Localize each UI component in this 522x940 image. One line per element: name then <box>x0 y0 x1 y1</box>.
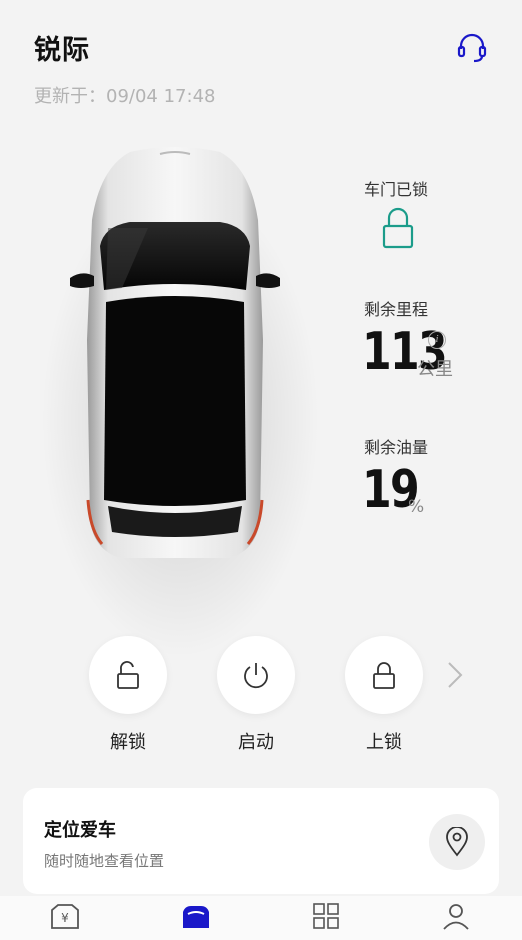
mileage-label: 剩余里程 <box>364 300 429 319</box>
tab-store[interactable]: ¥ <box>45 902 85 938</box>
bottom-tab-bar: ¥ <box>0 896 522 940</box>
mileage-unit: 公里 <box>417 359 453 380</box>
start-circle[interactable] <box>217 636 295 714</box>
fuel-unit: % <box>408 497 425 517</box>
location-pin-icon <box>446 827 468 857</box>
lock-label: 上锁 <box>366 732 402 753</box>
updated-time: 更新于：09/04 17:48 <box>34 86 216 107</box>
car-image <box>70 147 280 558</box>
quick-actions: 解锁 启动 上锁 <box>0 636 522 756</box>
unlock-label: 解锁 <box>110 732 146 753</box>
lock-status-label: 车门已锁 <box>364 180 429 199</box>
headset-icon[interactable] <box>454 30 490 66</box>
lock-icon <box>373 662 395 689</box>
unlock-icon <box>117 661 139 689</box>
page-header: 锐际 <box>34 28 90 67</box>
unlock-button[interactable]: 解锁 <box>88 636 168 754</box>
locate-car-card[interactable]: 定位爱车 随时随地查看位置 <box>23 788 499 894</box>
tab-apps[interactable] <box>306 902 346 938</box>
apps-grid-icon <box>313 903 339 929</box>
locked-icon <box>382 207 414 249</box>
locate-title: 定位爱车 <box>44 820 116 841</box>
tab-profile[interactable] <box>436 902 476 938</box>
lock-button[interactable]: 上锁 <box>344 636 424 754</box>
store-icon: ¥ <box>51 904 79 929</box>
locate-subtitle: 随时随地查看位置 <box>44 852 165 870</box>
fuel-label: 剩余油量 <box>364 438 429 457</box>
profile-icon <box>443 904 469 930</box>
power-icon <box>244 663 268 689</box>
svg-text:¥: ¥ <box>61 911 69 925</box>
locate-button[interactable] <box>429 814 485 870</box>
tab-car[interactable] <box>176 902 216 938</box>
unlock-circle[interactable] <box>89 636 167 714</box>
start-button[interactable]: 启动 <box>216 636 296 754</box>
chevron-right-icon[interactable] <box>446 660 464 690</box>
start-label: 启动 <box>238 732 274 753</box>
info-icon[interactable]: i <box>428 331 446 349</box>
lock-circle[interactable] <box>345 636 423 714</box>
page-title: 锐际 <box>34 35 90 66</box>
car-icon <box>183 906 209 928</box>
